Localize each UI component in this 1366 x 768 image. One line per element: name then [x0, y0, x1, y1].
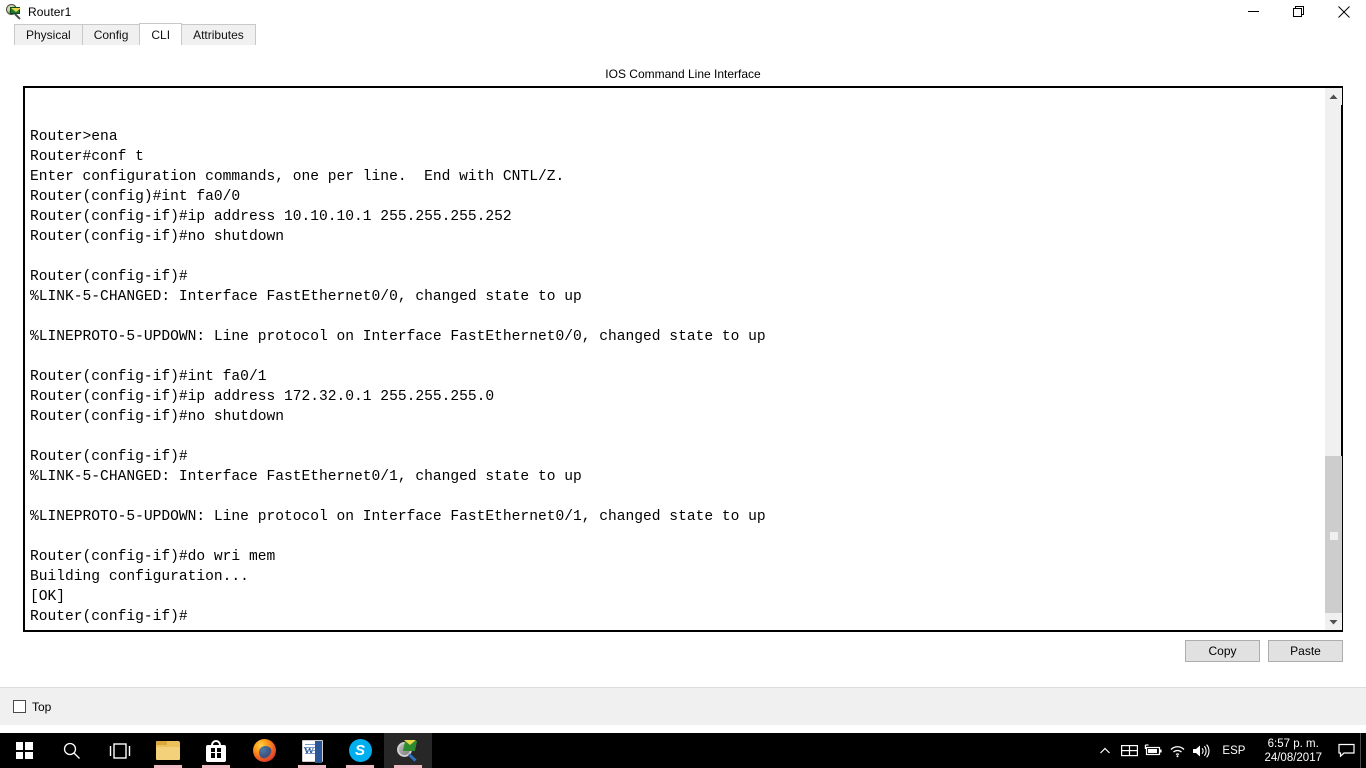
system-tray: ESP 6:57 p. m. 24/08/2017: [1093, 733, 1366, 768]
cli-panel: IOS Command Line Interface Router>ena Ro…: [0, 67, 1366, 725]
file-explorer-button[interactable]: [144, 733, 192, 768]
task-view-button[interactable]: [96, 733, 144, 768]
tab-physical[interactable]: Physical: [14, 24, 83, 45]
tab-physical-label: Physical: [26, 28, 71, 42]
microsoft-word-button[interactable]: W: [288, 733, 336, 768]
language-indicator[interactable]: ESP: [1213, 733, 1254, 768]
action-center-icon: [1337, 743, 1355, 758]
window-title: Router1: [28, 4, 72, 19]
tray-overflow-button[interactable]: [1093, 733, 1117, 768]
copy-button[interactable]: Copy: [1185, 640, 1260, 662]
wifi-icon: [1170, 745, 1185, 757]
tab-config-label: Config: [93, 28, 129, 42]
battery-button[interactable]: [1141, 733, 1165, 768]
window-controls: [1231, 0, 1366, 23]
skype-icon: S: [348, 739, 372, 762]
scroll-up-arrow-icon[interactable]: [1325, 88, 1342, 105]
scrollbar-thumb[interactable]: [1325, 456, 1342, 616]
taskbar-apps: W S: [0, 733, 432, 768]
close-button[interactable]: [1321, 0, 1366, 23]
action-center-button[interactable]: [1332, 733, 1360, 768]
firefox-icon: [252, 739, 276, 762]
chevron-up-icon: [1100, 747, 1111, 753]
windows-logo-icon: [15, 742, 33, 759]
search-icon: [63, 742, 80, 759]
battery-icon: [1144, 744, 1162, 756]
cli-action-buttons: Copy Paste: [1185, 640, 1343, 662]
wifi-button[interactable]: [1165, 733, 1189, 768]
clock-time: 6:57 p. m.: [1267, 737, 1319, 750]
display-button[interactable]: [1117, 733, 1141, 768]
store-bag-icon: [206, 739, 226, 762]
skype-button[interactable]: S: [336, 733, 384, 768]
clock[interactable]: 6:57 p. m. 24/08/2017: [1254, 733, 1332, 768]
taskbar-spacer: [432, 733, 1093, 768]
tab-cli[interactable]: CLI: [139, 23, 183, 45]
terminal-output[interactable]: Router>ena Router#conf t Enter configura…: [25, 88, 1324, 630]
terminal-scrollbar[interactable]: [1324, 88, 1342, 630]
display-icon: [1120, 745, 1138, 757]
windows-taskbar: W S ESP 6:57 p. m. 24/08/2017: [0, 733, 1366, 768]
minimize-button[interactable]: [1231, 0, 1276, 23]
clock-date: 24/08/2017: [1264, 751, 1322, 764]
tab-config[interactable]: Config: [81, 24, 141, 45]
scroll-down-arrow-icon[interactable]: [1325, 613, 1342, 630]
tab-strip: Physical Config CLI Attributes: [14, 23, 1366, 45]
terminal-container: Router>ena Router#conf t Enter configura…: [23, 86, 1343, 632]
tab-cli-label: CLI: [151, 27, 171, 42]
top-checkbox-label[interactable]: Top: [32, 700, 51, 714]
volume-icon: [1192, 743, 1210, 758]
packet-tracer-icon: [396, 739, 420, 762]
show-desktop-button[interactable]: [1360, 733, 1366, 768]
top-checkbox[interactable]: [13, 700, 26, 713]
window-bottom-bar: Top: [0, 687, 1366, 725]
firefox-button[interactable]: [240, 733, 288, 768]
start-button[interactable]: [0, 733, 48, 768]
search-button[interactable]: [48, 733, 96, 768]
tab-attributes-label: Attributes: [193, 28, 244, 42]
tab-attributes[interactable]: Attributes: [181, 24, 256, 45]
word-icon: W: [301, 739, 323, 763]
folder-icon: [156, 741, 180, 760]
task-view-icon: [109, 742, 131, 759]
router-properties-window: Router1 Physical Config CLI Attributes I…: [0, 0, 1366, 725]
packet-tracer-button[interactable]: [384, 733, 432, 768]
maximize-restore-button[interactable]: [1276, 0, 1321, 23]
cli-heading: IOS Command Line Interface: [605, 67, 761, 81]
microsoft-store-button[interactable]: [192, 733, 240, 768]
title-bar: Router1: [0, 0, 1366, 23]
volume-button[interactable]: [1189, 733, 1213, 768]
paste-button[interactable]: Paste: [1268, 640, 1343, 662]
packet-tracer-icon: [5, 3, 22, 20]
